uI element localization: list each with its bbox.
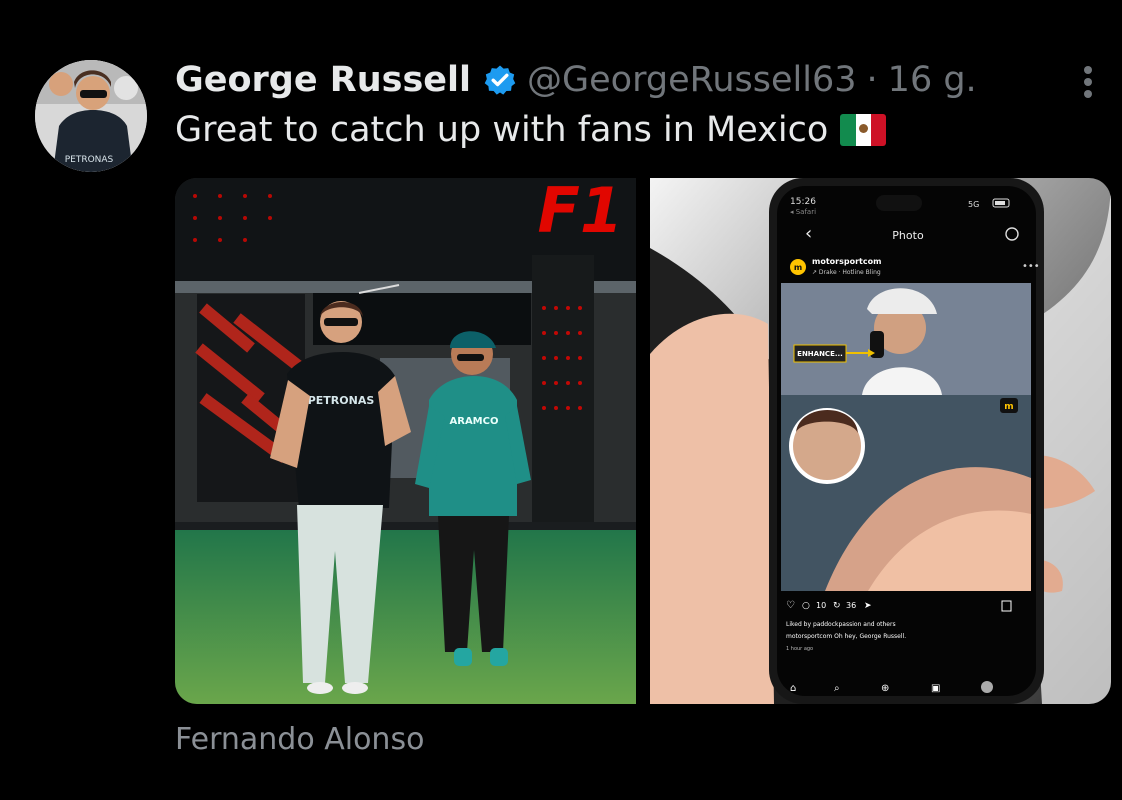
- post-text: Great to catch up with fans in Mexico: [175, 110, 829, 150]
- svg-text:➤: ➤: [864, 601, 872, 611]
- phone-title: Photo: [892, 229, 924, 242]
- drivers-walking-photo: F1 PETRONAS ARAMCO: [175, 178, 636, 704]
- svg-text:m: m: [1004, 402, 1013, 412]
- avatar-text: PETRONAS: [65, 155, 114, 165]
- post-text-wrap: Great to catch up with fans in Mexico: [175, 110, 887, 150]
- svg-text:10: 10: [816, 601, 826, 610]
- separator-dot: ·: [866, 60, 878, 100]
- media-caption: Fernando Alonso: [175, 722, 425, 757]
- post-time[interactable]: 16 g.: [888, 60, 977, 100]
- media-photo-right[interactable]: 15:26 ◂ Safari 5G ‹ Photo m motorsportco…: [650, 178, 1111, 704]
- avatar[interactable]: PETRONAS: [35, 60, 147, 172]
- svg-text:m: m: [794, 263, 802, 272]
- phone-back-icon: ‹: [805, 223, 812, 244]
- svg-text:motorsportcom Oh hey, George R: motorsportcom Oh hey, George Russell.: [786, 633, 906, 640]
- more-options-icon[interactable]: [1076, 62, 1100, 102]
- svg-text:36: 36: [846, 601, 856, 610]
- mexico-flag-icon: [840, 114, 887, 146]
- svg-text:⊕: ⊕: [881, 683, 889, 694]
- svg-text:♡: ♡: [786, 600, 795, 611]
- svg-text:○: ○: [802, 601, 810, 611]
- svg-text:↻: ↻: [833, 601, 841, 611]
- svg-text:•••: •••: [1022, 261, 1040, 272]
- svg-text:PETRONAS: PETRONAS: [308, 394, 375, 407]
- svg-text:↗ Drake · Hotline Bling: ↗ Drake · Hotline Bling: [812, 269, 881, 276]
- svg-text:▣: ▣: [931, 683, 940, 694]
- phone-screen-photo: 15:26 ◂ Safari 5G ‹ Photo m motorsportco…: [650, 178, 1111, 704]
- author-handle[interactable]: @GeorgeRussell63: [527, 60, 857, 100]
- svg-text:5G: 5G: [968, 200, 979, 209]
- svg-text:◂ Safari: ◂ Safari: [790, 208, 816, 216]
- verified-badge-icon: [484, 65, 516, 95]
- svg-text:1 hour ago: 1 hour ago: [786, 646, 813, 652]
- author-name[interactable]: George Russell: [175, 60, 471, 100]
- f1-logo: F1: [538, 178, 624, 247]
- svg-text:Liked by paddockpassion and ot: Liked by paddockpassion and others: [786, 621, 896, 628]
- svg-text:15:26: 15:26: [790, 197, 816, 207]
- post-header: George Russell @GeorgeRussell63 · 16 g.: [175, 52, 977, 108]
- svg-text:⌕: ⌕: [834, 683, 840, 694]
- avatar-image: PETRONAS: [35, 60, 147, 172]
- svg-text:motorsportcom: motorsportcom: [812, 257, 881, 266]
- svg-text:⌂: ⌂: [790, 683, 796, 694]
- enhance-label: ENHANCE...: [797, 350, 843, 358]
- svg-text:ARAMCO: ARAMCO: [450, 416, 499, 427]
- media-photo-left[interactable]: F1 PETRONAS ARAMCO: [175, 178, 636, 704]
